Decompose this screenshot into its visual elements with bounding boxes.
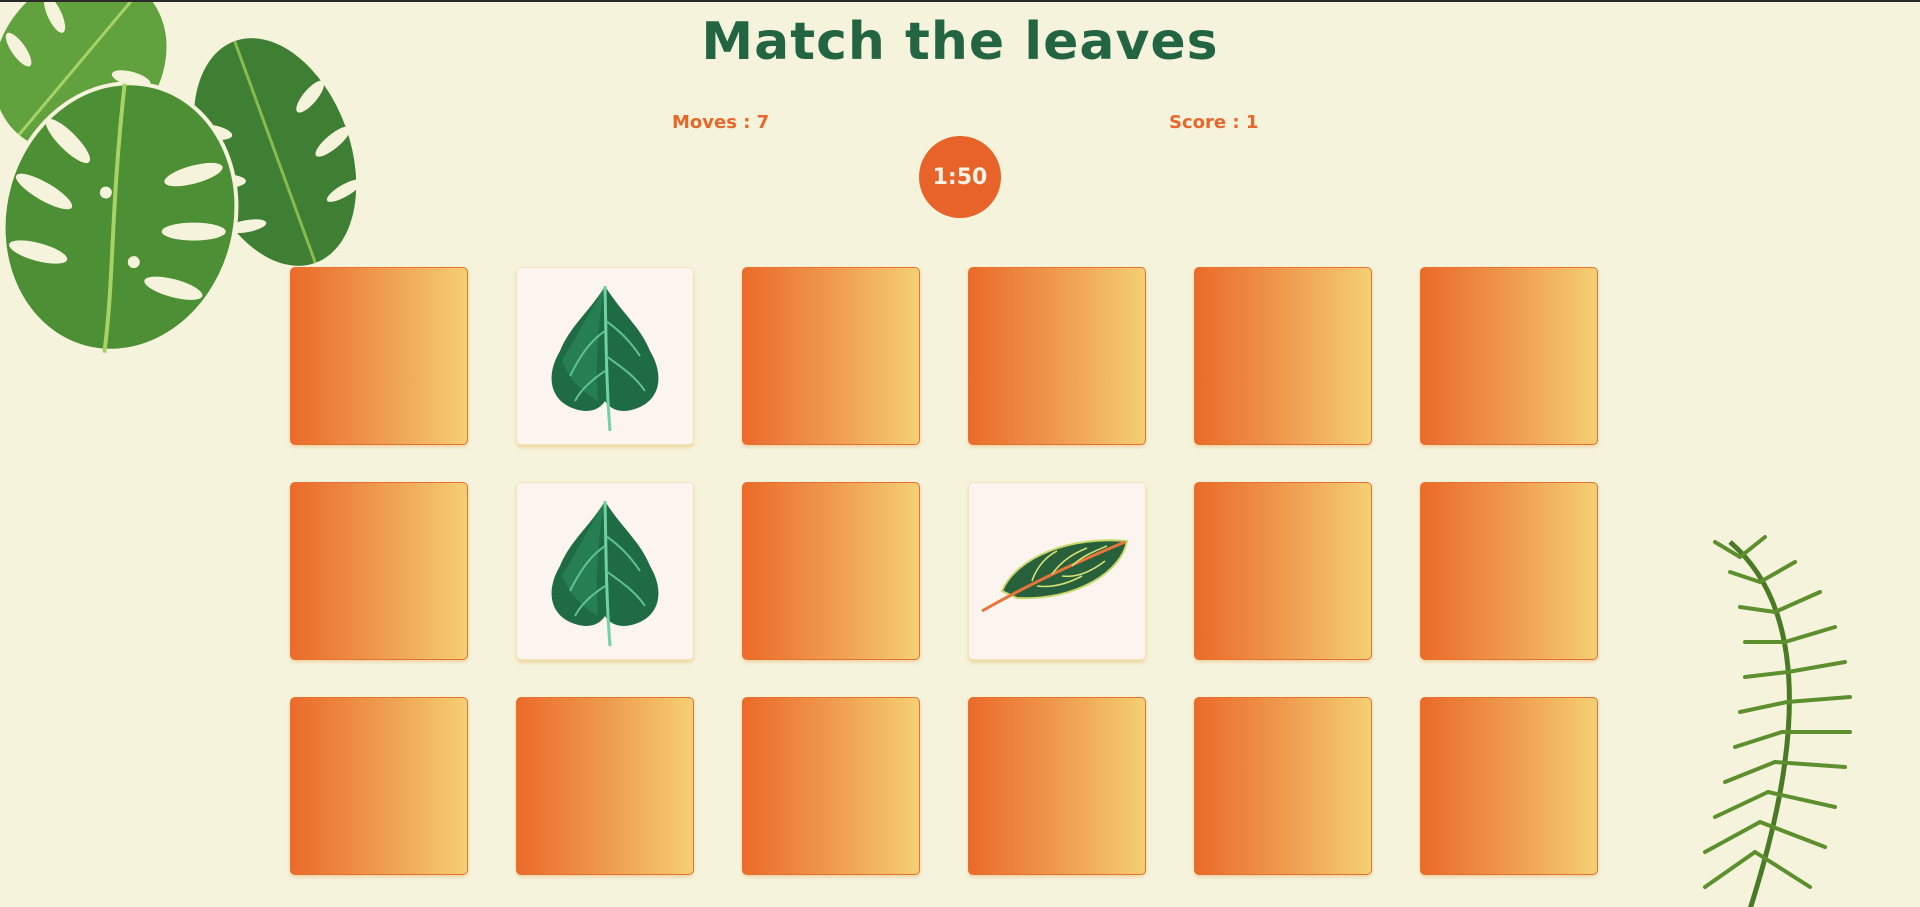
card-hidden[interactable] — [290, 697, 468, 875]
countdown-timer: 1:50 — [919, 136, 1001, 218]
card-hidden[interactable] — [968, 267, 1146, 445]
card-hidden[interactable] — [1420, 697, 1598, 875]
card-hidden[interactable] — [1420, 482, 1598, 660]
moves-counter: Moves : 7 — [672, 112, 770, 133]
card-grid — [290, 267, 1598, 875]
card-revealed[interactable] — [516, 482, 694, 660]
heart-leaf-icon — [540, 496, 670, 646]
heart-leaf-icon — [540, 281, 670, 431]
card-hidden[interactable] — [290, 482, 468, 660]
croton-leaf-icon — [977, 526, 1137, 616]
card-hidden[interactable] — [968, 697, 1146, 875]
card-hidden[interactable] — [516, 697, 694, 875]
card-hidden[interactable] — [742, 697, 920, 875]
card-hidden[interactable] — [1194, 482, 1372, 660]
card-revealed[interactable] — [968, 482, 1146, 660]
card-hidden[interactable] — [742, 482, 920, 660]
fern-frond-icon — [1703, 535, 1852, 907]
card-hidden[interactable] — [1194, 697, 1372, 875]
score-counter: Score : 1 — [1169, 112, 1259, 133]
card-hidden[interactable] — [1420, 267, 1598, 445]
game-screen: Match the leaves Moves : 7 Score : 1 1:5… — [0, 0, 1920, 907]
card-revealed[interactable] — [516, 267, 694, 445]
card-hidden[interactable] — [742, 267, 920, 445]
card-hidden[interactable] — [290, 267, 468, 445]
card-hidden[interactable] — [1194, 267, 1372, 445]
game-title: Match the leaves — [701, 12, 1219, 72]
